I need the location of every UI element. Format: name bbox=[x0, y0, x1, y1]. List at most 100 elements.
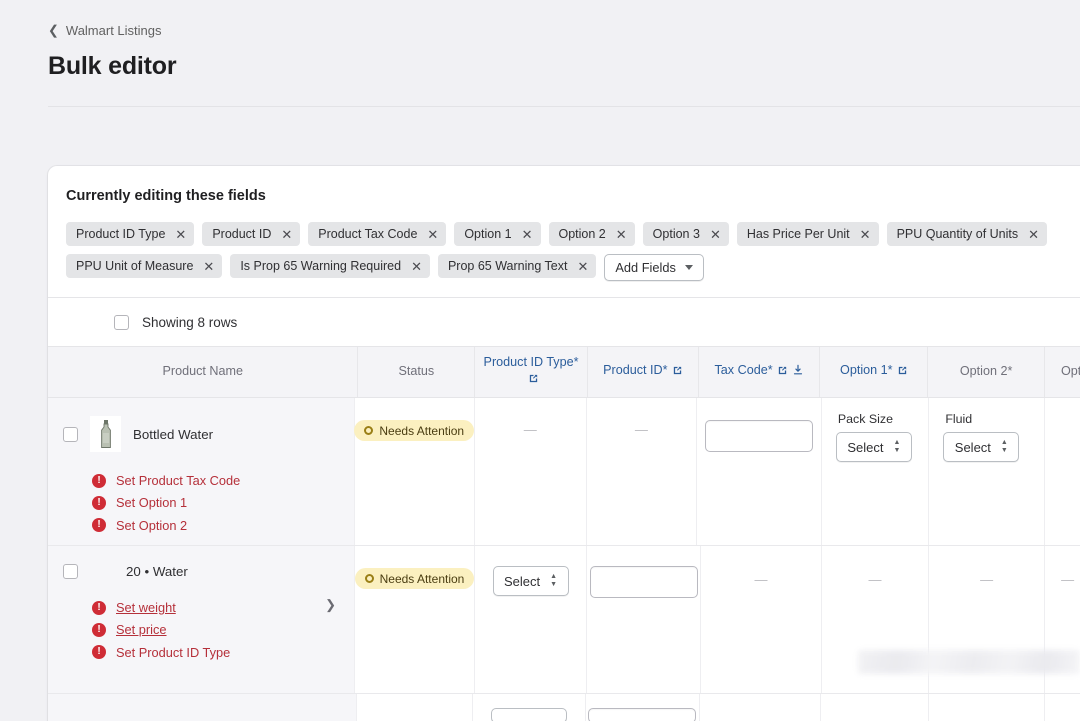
product-id-type-cell: Select ▲▼ bbox=[475, 546, 587, 693]
column-header-status[interactable]: Status bbox=[358, 347, 475, 397]
field-chip-label: Prop 65 Warning Text bbox=[448, 259, 568, 273]
bulk-editor-card: Currently editing these fields Product I… bbox=[48, 166, 1080, 721]
add-fields-label: Add Fields bbox=[615, 260, 675, 275]
field-chip[interactable]: Option 1 ✕ bbox=[454, 222, 540, 246]
close-icon[interactable]: ✕ bbox=[411, 260, 422, 273]
field-chip[interactable]: Option 2 ✕ bbox=[549, 222, 635, 246]
status-cell: Needs Attention bbox=[355, 546, 475, 693]
alert-icon: ! bbox=[92, 645, 106, 659]
page-header: ❮ Walmart Listings Bulk editor bbox=[0, 0, 1080, 81]
column-header-product-name[interactable]: Product Name bbox=[48, 347, 358, 397]
breadcrumb[interactable]: ❮ Walmart Listings bbox=[48, 24, 162, 37]
field-chip[interactable]: Product Tax Code ✕ bbox=[308, 222, 446, 246]
product-id-input[interactable] bbox=[588, 708, 696, 721]
card-title: Currently editing these fields bbox=[48, 166, 1080, 204]
select-all-checkbox[interactable] bbox=[114, 315, 129, 330]
alert-icon: ! bbox=[92, 474, 106, 488]
field-chip[interactable]: Product ID Type ✕ bbox=[66, 222, 194, 246]
product-name-row: Bottled Water bbox=[48, 398, 213, 452]
error-item[interactable]: ! Set Option 1 bbox=[92, 494, 354, 511]
external-link-icon[interactable] bbox=[897, 365, 908, 381]
table-row bbox=[48, 694, 1080, 721]
product-id-input[interactable] bbox=[590, 566, 698, 598]
close-icon[interactable]: ✕ bbox=[616, 228, 627, 241]
stepper-icon: ▲▼ bbox=[894, 440, 901, 454]
column-header-option-1[interactable]: Option 1* bbox=[820, 347, 928, 397]
field-chip[interactable]: Has Price Per Unit ✕ bbox=[737, 222, 879, 246]
field-chip[interactable]: PPU Quantity of Units ✕ bbox=[887, 222, 1047, 246]
product-id-type-select[interactable] bbox=[491, 708, 567, 721]
product-id-cell bbox=[586, 694, 700, 721]
error-item[interactable]: ! Set weight bbox=[92, 599, 354, 616]
option-1-select[interactable]: Select ▲▼ bbox=[836, 432, 912, 462]
field-chip-label: Has Price Per Unit bbox=[747, 227, 850, 241]
column-header-tax-code[interactable]: Tax Code* bbox=[699, 347, 821, 397]
row-checkbox[interactable] bbox=[63, 564, 78, 579]
field-chip[interactable]: Option 3 ✕ bbox=[643, 222, 729, 246]
option-1-cell: Pack Size Select ▲▼ bbox=[822, 398, 929, 545]
field-chip[interactable]: Is Prop 65 Warning Required ✕ bbox=[230, 254, 430, 278]
row-errors: ❯ ! Set weight ! Set price ! Set Product… bbox=[48, 579, 354, 684]
field-chip[interactable]: PPU Unit of Measure ✕ bbox=[66, 254, 222, 278]
external-link-icon[interactable] bbox=[672, 365, 683, 381]
option-2-cell[interactable] bbox=[929, 694, 1045, 721]
column-header-option-2[interactable]: Option 2* bbox=[928, 347, 1045, 397]
status-badge-label: Needs Attention bbox=[380, 572, 465, 586]
option-1-cell[interactable] bbox=[821, 694, 929, 721]
product-id-type-select[interactable]: Select ▲▼ bbox=[493, 566, 569, 596]
column-header-product-id[interactable]: Product ID* bbox=[588, 347, 699, 397]
tax-code-cell[interactable] bbox=[700, 694, 821, 721]
alert-icon: ! bbox=[92, 496, 106, 510]
download-icon[interactable] bbox=[792, 364, 804, 381]
external-link-icon[interactable] bbox=[777, 365, 788, 381]
tax-code-cell[interactable]: — bbox=[701, 546, 822, 693]
field-chip-label: Option 1 bbox=[464, 227, 511, 241]
redacted-overlay bbox=[858, 650, 1080, 674]
empty-value: — bbox=[980, 573, 993, 586]
product-id-type-cell[interactable]: — bbox=[475, 398, 587, 545]
alert-icon: ! bbox=[92, 518, 106, 532]
chevron-left-icon: ❮ bbox=[48, 24, 59, 37]
close-icon[interactable]: ✕ bbox=[1028, 228, 1039, 241]
add-fields-button[interactable]: Add Fields bbox=[604, 254, 703, 281]
close-icon[interactable]: ✕ bbox=[710, 228, 721, 241]
error-item[interactable]: ! Set price bbox=[92, 621, 354, 638]
editing-fields-chip-list: Product ID Type ✕ Product ID ✕ Product T… bbox=[48, 204, 1080, 297]
empty-value: — bbox=[635, 423, 648, 436]
close-icon[interactable]: ✕ bbox=[577, 260, 588, 273]
error-item[interactable]: ! Set Option 2 bbox=[92, 517, 354, 534]
option-1-select-value: Select bbox=[847, 440, 883, 455]
close-icon[interactable]: ✕ bbox=[175, 228, 186, 241]
close-icon[interactable]: ✕ bbox=[203, 260, 214, 273]
external-link-icon[interactable] bbox=[528, 373, 539, 389]
option-3-cell[interactable] bbox=[1045, 694, 1080, 721]
field-chip[interactable]: Prop 65 Warning Text ✕ bbox=[438, 254, 596, 278]
product-name-cell bbox=[48, 694, 357, 721]
close-icon[interactable]: ✕ bbox=[427, 228, 438, 241]
empty-value: — bbox=[524, 423, 537, 436]
option-2-select[interactable]: Select ▲▼ bbox=[943, 432, 1019, 462]
attention-ring-icon bbox=[365, 574, 374, 583]
table-row: Bottled Water ! Set Product Tax Code ! S… bbox=[48, 398, 1080, 546]
alert-icon: ! bbox=[92, 601, 106, 615]
close-icon[interactable]: ✕ bbox=[522, 228, 533, 241]
close-icon[interactable]: ✕ bbox=[860, 228, 871, 241]
product-id-cell[interactable]: — bbox=[587, 398, 697, 545]
chevron-down-icon bbox=[685, 265, 693, 270]
status-cell: Needs Attention bbox=[355, 398, 475, 545]
field-chip-label: PPU Unit of Measure bbox=[76, 259, 193, 273]
field-chip[interactable]: Product ID ✕ bbox=[202, 222, 300, 246]
stepper-icon: ▲▼ bbox=[1001, 440, 1008, 454]
column-header-product-id-type[interactable]: Product ID Type* bbox=[475, 347, 588, 397]
row-checkbox[interactable] bbox=[63, 427, 78, 442]
close-icon[interactable]: ✕ bbox=[281, 228, 292, 241]
error-item[interactable]: ! Set Product ID Type bbox=[92, 644, 354, 661]
tax-code-input[interactable] bbox=[705, 420, 813, 452]
chevron-down-icon[interactable]: ❯ bbox=[325, 597, 336, 613]
option-3-cell[interactable] bbox=[1045, 398, 1080, 545]
empty-value: — bbox=[868, 573, 881, 586]
column-header-option-3[interactable]: Opti bbox=[1045, 347, 1080, 397]
tax-code-cell bbox=[697, 398, 822, 545]
breadcrumb-label: Walmart Listings bbox=[66, 24, 162, 37]
error-item[interactable]: ! Set Product Tax Code bbox=[92, 472, 354, 489]
